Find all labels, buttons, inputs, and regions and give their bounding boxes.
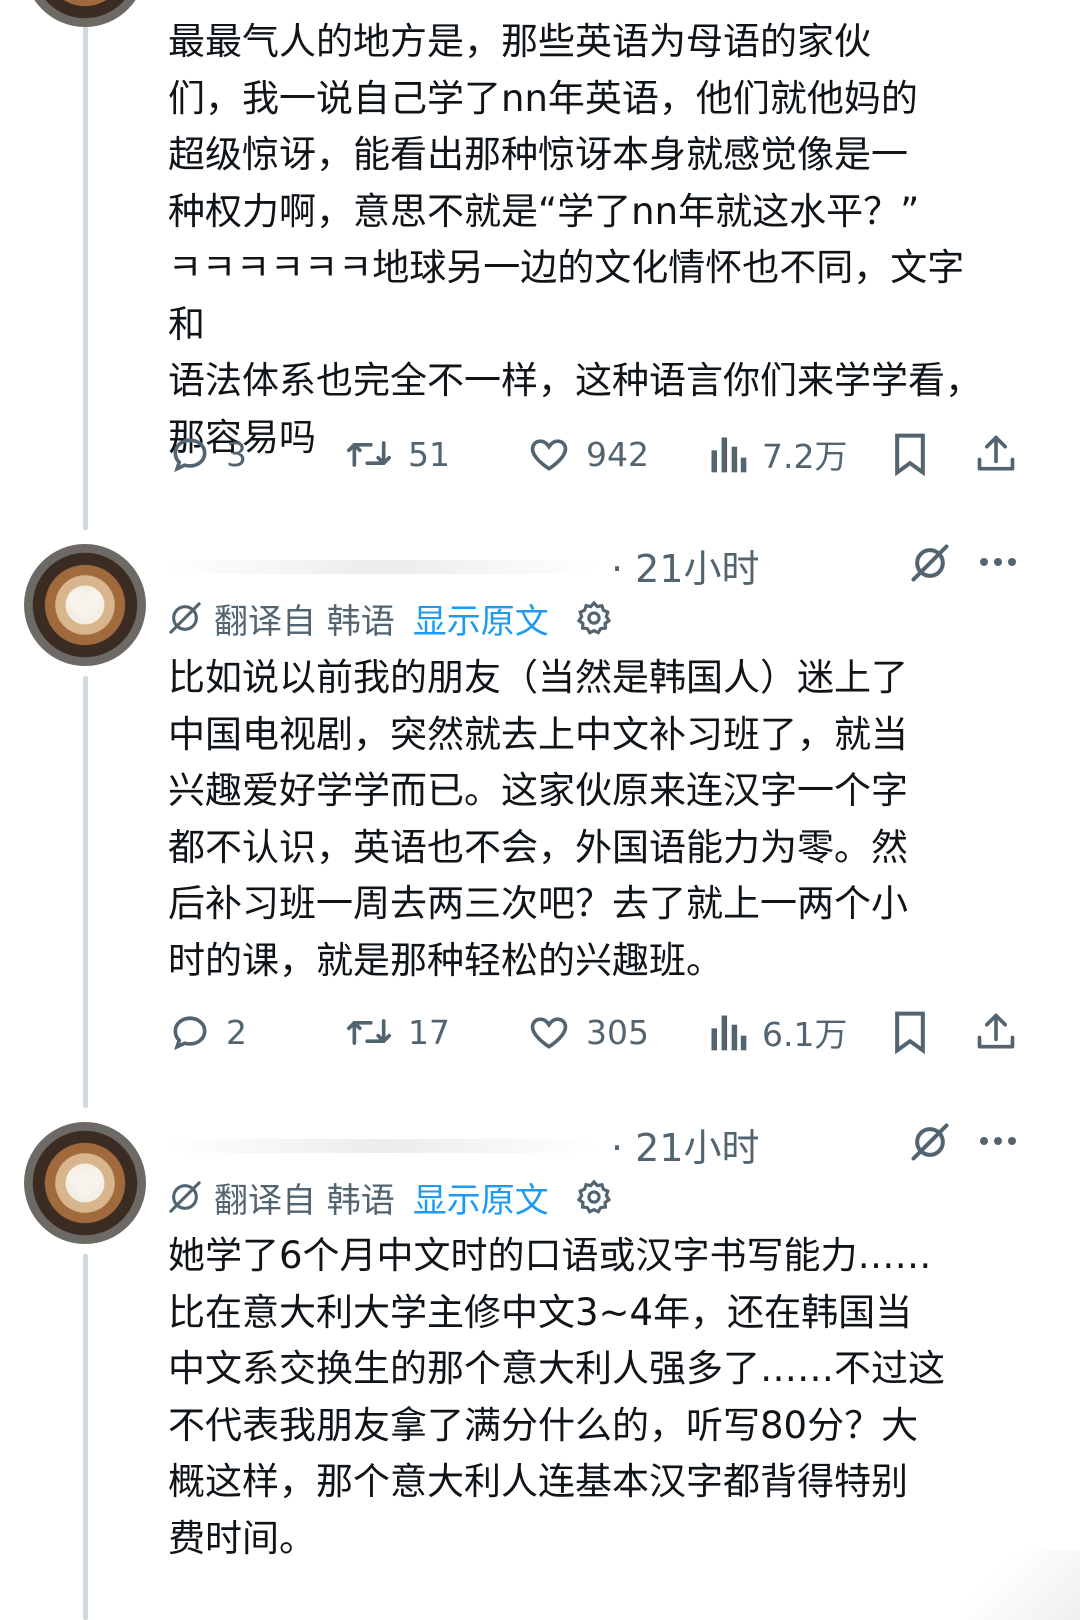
avatar[interactable]: [24, 0, 146, 27]
translated-from-label: 翻译自 韩语: [214, 601, 395, 642]
views-icon: [711, 437, 747, 473]
thread-line: [83, 0, 88, 530]
share-icon: [977, 1013, 1015, 1049]
avatar[interactable]: [24, 1122, 146, 1244]
reply-button[interactable]: 2: [168, 1008, 247, 1056]
reply-count: 3: [226, 434, 247, 474]
show-original-link[interactable]: 显示原文: [413, 1173, 549, 1222]
post-text: 比如说以前我的朋友（当然是韩国人）迷上了 中国电视剧，突然就去上中文补习班了，就…: [168, 656, 908, 982]
post-header: · 21小时: [168, 538, 1024, 591]
like-button[interactable]: 942: [526, 430, 649, 478]
gear-icon[interactable]: [575, 1178, 613, 1216]
view-count: 7.2万: [762, 437, 848, 476]
share-button[interactable]: [974, 1008, 1018, 1056]
like-count: 942: [586, 434, 649, 474]
thread-line: [83, 1254, 88, 1620]
views-button[interactable]: 7.2万: [708, 430, 847, 478]
translate-icon: [169, 602, 201, 634]
bookmark-button[interactable]: [890, 430, 930, 478]
avatar[interactable]: [24, 544, 146, 666]
redacted-username: [168, 560, 598, 574]
grok-icon[interactable]: [908, 541, 952, 585]
show-original-link[interactable]: 显示原文: [413, 594, 549, 643]
translate-icon: [169, 1181, 201, 1213]
grok-icon[interactable]: [908, 1120, 952, 1164]
translated-from-label: 翻译自 韩语: [214, 1180, 395, 1221]
repost-button[interactable]: 17: [344, 1008, 450, 1056]
share-icon: [977, 435, 1015, 471]
repost-count: 51: [408, 434, 450, 474]
heart-icon: [530, 1017, 568, 1049]
repost-icon: [347, 441, 391, 467]
redacted-username: [168, 1139, 598, 1153]
more-icon[interactable]: [978, 554, 1018, 570]
post-text: 最最气人的地方是，那些英语为母语的家伙 们，我一说自己学了nn年英语，他们就他妈…: [168, 20, 982, 459]
translation-bar: 翻译自 韩语 显示原文: [168, 594, 613, 642]
latte-heart: [68, 589, 102, 621]
views-button[interactable]: 6.1万: [708, 1008, 847, 1056]
reply-icon: [173, 1016, 207, 1051]
view-count: 6.1万: [762, 1015, 848, 1054]
gear-icon[interactable]: [575, 599, 613, 637]
post-header: · 21小时: [168, 1117, 1024, 1170]
latte-heart: [68, 1167, 102, 1199]
share-button[interactable]: [974, 430, 1018, 478]
translation-bar: 翻译自 韩语 显示原文: [168, 1173, 613, 1221]
like-count: 305: [586, 1012, 649, 1052]
bookmark-icon: [895, 1011, 925, 1054]
reply-button[interactable]: 3: [168, 430, 247, 478]
thread-line: [83, 676, 88, 1108]
timestamp[interactable]: · 21小时: [611, 538, 760, 593]
action-bar: 3 51 942 7.2万: [168, 430, 1018, 478]
reply-count: 2: [226, 1012, 247, 1052]
views-icon: [711, 1015, 747, 1051]
repost-button[interactable]: 51: [344, 430, 450, 478]
timestamp[interactable]: · 21小时: [611, 1117, 760, 1172]
watermark-fade: [960, 1550, 1080, 1620]
action-bar: 2 17 305 6.1万: [168, 1008, 1018, 1056]
repost-icon: [347, 1019, 391, 1045]
post-text: 她学了6个月中文时的口语或汉字书写能力…… 比在意大利大学主修中文3~4年，还在…: [168, 1234, 945, 1560]
more-icon[interactable]: [978, 1133, 1018, 1149]
repost-count: 17: [408, 1012, 450, 1052]
heart-icon: [530, 439, 568, 471]
bookmark-button[interactable]: [890, 1008, 930, 1056]
bookmark-icon: [895, 433, 925, 476]
reply-icon: [173, 438, 207, 473]
like-button[interactable]: 305: [526, 1008, 649, 1056]
